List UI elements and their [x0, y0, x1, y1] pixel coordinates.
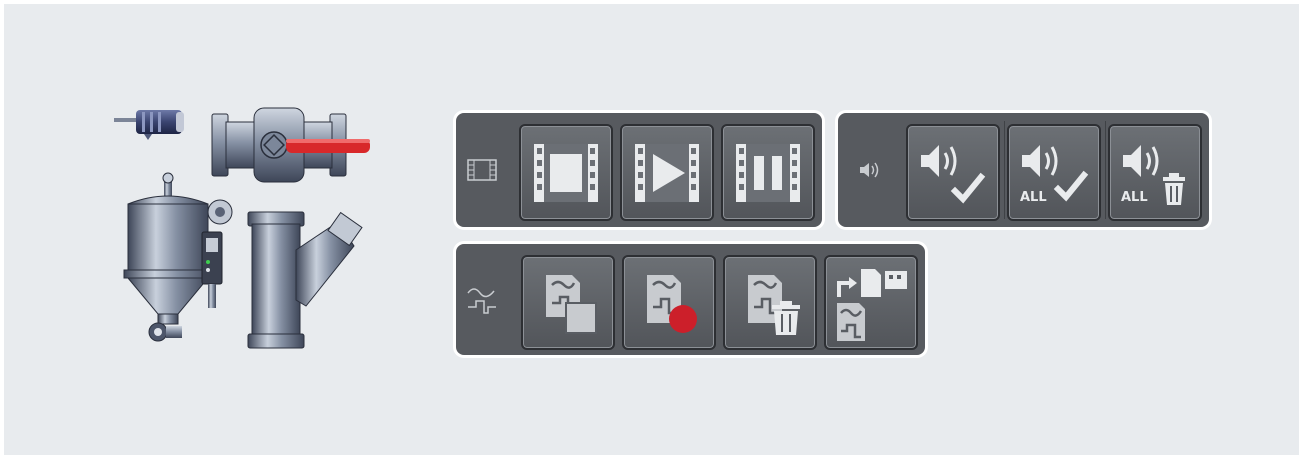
speaker-icon	[844, 113, 896, 227]
all-label: ALL	[1121, 190, 1148, 205]
curve-delete-button[interactable]	[723, 255, 817, 350]
all-label: ALL	[1020, 190, 1047, 205]
sound-control-panel: ALL ALL	[838, 113, 1209, 227]
video-stop-icon	[534, 143, 598, 202]
sound-delete-all-button[interactable]: ALL	[1108, 124, 1202, 221]
divider	[1105, 121, 1106, 219]
curve-export-icon	[837, 268, 907, 341]
sound-delete-all-icon: ALL	[1121, 144, 1185, 205]
video-pause-icon	[736, 143, 800, 202]
sound-acknowledge-all-button[interactable]: ALL	[1007, 124, 1101, 221]
curve-record-icon	[647, 274, 697, 333]
curve-record-button[interactable]	[622, 255, 716, 350]
video-pause-button[interactable]	[721, 124, 815, 221]
y-strainer-icon	[247, 211, 363, 349]
sound-acknowledge-button[interactable]	[906, 124, 1000, 221]
hopper-dryer-icon	[123, 172, 233, 342]
motor-icon	[114, 110, 184, 140]
sound-acknowledge-all-icon: ALL	[1020, 144, 1089, 205]
video-play-button[interactable]	[620, 124, 714, 221]
film-strip-icon	[456, 113, 508, 227]
curve-control-panel	[456, 244, 925, 355]
curve-delete-icon	[748, 274, 800, 335]
equipment-illustrations	[114, 107, 370, 349]
video-play-icon	[635, 143, 699, 202]
sound-acknowledge-icon	[921, 144, 986, 203]
ball-valve-icon	[211, 107, 370, 183]
video-stop-button[interactable]	[519, 124, 613, 221]
waveform-icon	[456, 244, 508, 355]
curve-copy-button[interactable]	[521, 255, 615, 350]
curve-export-button[interactable]	[824, 255, 918, 350]
video-control-panel	[456, 113, 822, 227]
curve-copy-icon	[546, 274, 597, 334]
divider	[1004, 121, 1005, 219]
